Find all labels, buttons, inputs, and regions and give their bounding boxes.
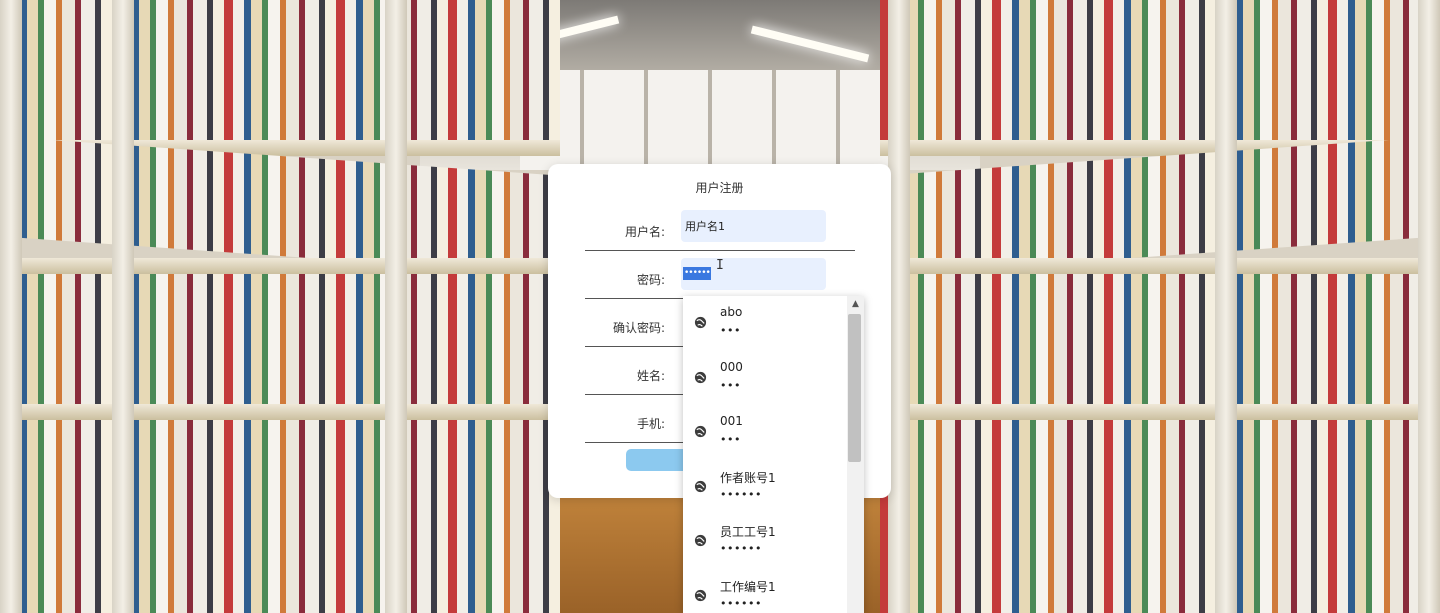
username-input[interactable] [681, 210, 826, 242]
scroll-up-arrow-icon[interactable]: ▲ [847, 296, 864, 312]
far-wall [520, 70, 900, 170]
autofill-password: ••• [720, 324, 741, 337]
bookshelf-right [880, 0, 1440, 613]
autofill-dropdown: abo ••• 000 ••• 001 ••• 作者账号1 •••••• 员工工… [683, 296, 864, 613]
autofill-username: 作者账号1 [720, 471, 776, 485]
autofill-password: •••••• [720, 597, 762, 610]
form-title: 用户注册 [695, 181, 744, 195]
autofill-password: ••• [720, 379, 741, 392]
username-row: 用户名: [585, 202, 855, 251]
password-input[interactable]: •••••• [681, 258, 826, 290]
scroll-thumb[interactable] [848, 314, 861, 462]
text-cursor-icon: I [716, 258, 724, 273]
globe-icon [694, 371, 707, 384]
globe-icon [694, 316, 707, 329]
autofill-item[interactable]: 工作编号1 •••••• [683, 569, 847, 613]
globe-icon [694, 480, 707, 493]
autofill-item[interactable]: 000 ••• [683, 351, 847, 405]
autofill-item[interactable]: 001 ••• [683, 405, 847, 459]
autofill-username: 000 [720, 360, 743, 374]
autofill-username: abo [720, 305, 743, 319]
autofill-password: ••• [720, 433, 741, 446]
phone-label: 手机: [636, 417, 665, 431]
autofill-item[interactable]: abo ••• [683, 296, 847, 350]
autofill-item[interactable]: 员工工号1 •••••• [683, 514, 847, 568]
confirm-password-label: 确认密码: [612, 321, 665, 335]
autofill-username: 001 [720, 414, 743, 428]
name-label: 姓名: [636, 369, 665, 383]
bookshelf-left [0, 0, 560, 613]
username-label: 用户名: [624, 225, 665, 239]
password-selected-value: •••••• [683, 267, 711, 280]
globe-icon [694, 534, 707, 547]
globe-icon [694, 589, 707, 602]
autofill-password: •••••• [720, 542, 762, 555]
autofill-item[interactable]: 作者账号1 •••••• [683, 460, 847, 514]
autofill-username: 工作编号1 [720, 580, 776, 594]
globe-icon [694, 425, 707, 438]
password-label: 密码: [636, 273, 665, 287]
autofill-password: •••••• [720, 488, 762, 501]
dropdown-scrollbar[interactable]: ▲ [847, 296, 864, 613]
autofill-username: 员工工号1 [720, 525, 776, 539]
